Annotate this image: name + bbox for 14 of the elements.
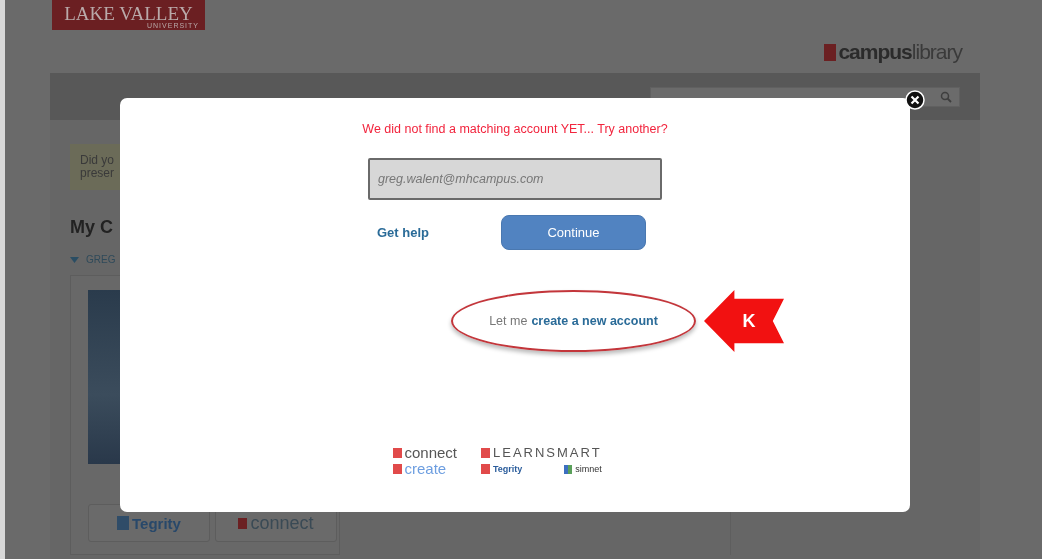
error-message: We did not find a matching account YET... Try another?	[362, 122, 668, 136]
square-icon	[238, 517, 248, 529]
email-field[interactable]: greg.walent@mhcampus.com	[368, 158, 662, 200]
product-logo: simnet	[564, 461, 638, 477]
product-logo: connect	[392, 445, 475, 461]
close-icon[interactable]	[905, 90, 925, 110]
product-logo: create	[392, 461, 475, 477]
section-heading: My C	[70, 217, 113, 238]
get-help-link[interactable]: Get help	[377, 225, 429, 240]
product-logo: LEARNSMART	[481, 445, 638, 461]
create-account-link[interactable]: create a new account	[531, 314, 658, 328]
product-logo: Tegrity	[481, 461, 559, 477]
continue-button[interactable]: Continue	[501, 215, 646, 250]
create-account-prompt: Let me	[489, 314, 528, 328]
